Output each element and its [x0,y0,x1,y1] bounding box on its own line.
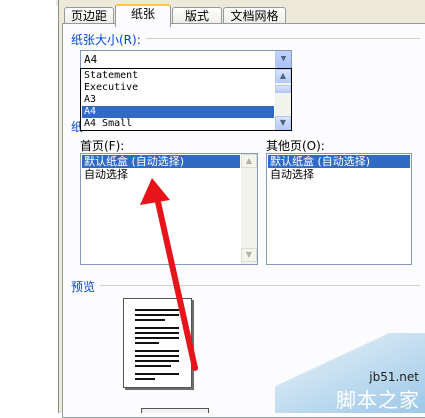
section-divider [100,285,420,286]
dropdown-option[interactable]: A4 Small [82,118,274,130]
page-preview-thumbnail [123,298,192,388]
dropdown-scrollbar[interactable]: ▲ ▼ [275,69,291,130]
preview-text-line [135,327,179,329]
paper-size-combobox[interactable]: A4 ▼ [80,50,292,69]
tray-option[interactable]: 自动选择 [82,168,128,181]
dropdown-option-selected[interactable]: A4 [82,106,274,118]
preview-text-line [135,355,179,357]
tray-option[interactable]: 自动选择 [268,168,314,181]
preview-text-line [135,342,159,344]
dropdown-option[interactable]: Executive [82,82,274,94]
preview-label: 预览 [71,280,96,294]
other-pages-tray-list[interactable]: 默认纸盒 (自动选择) 自动选择 [266,153,412,265]
dialog-button-partial[interactable] [141,408,209,413]
chevron-down-icon[interactable]: ▼ [275,51,291,68]
other-pages-label: 其他页(O): [266,139,325,153]
preview-text-line [135,332,179,334]
scroll-up-icon[interactable]: ▲ [241,154,257,168]
preview-text-line [135,365,171,367]
dropdown-option[interactable]: A3 [82,94,274,106]
preview-text-line [135,378,155,380]
paper-size-label: 纸张大小(R): [71,33,141,47]
preview-text-line [135,319,165,321]
first-page-label: 首页(F): [80,139,125,153]
preview-text-line [135,314,179,316]
section-divider [146,38,420,39]
first-page-tray-list[interactable]: 默认纸盒 (自动选择) 自动选择 ▲ ▼ [80,153,258,265]
tab-paper[interactable]: 纸张 [115,4,171,27]
paper-size-value: A4 [84,53,98,66]
preview-text-line [135,373,179,375]
paper-size-dropdown-list: Statement Executive A3 A4 A4 Small ▲ ▼ [80,68,292,131]
preview-text-line [135,337,179,339]
dropdown-option[interactable]: Statement [82,70,274,82]
tray-option-selected[interactable]: 默认纸盒 (自动选择) [268,155,410,168]
scroll-down-icon[interactable]: ▼ [275,116,291,130]
scroll-thumb[interactable] [275,85,291,93]
left-document-area [0,0,56,413]
tray-option-selected[interactable]: 默认纸盒 (自动选择) [82,155,240,168]
scroll-down-icon[interactable]: ▼ [241,248,257,262]
preview-text-line [135,360,179,362]
preview-text-line [135,309,179,311]
watermark-site-text: jb51.net [369,370,419,384]
scroll-up-icon[interactable]: ▲ [275,69,291,83]
preview-text-line [135,350,179,352]
watermark-logo-text: 脚本之家 [336,388,420,412]
list-scrollbar[interactable]: ▲ ▼ [241,154,257,264]
